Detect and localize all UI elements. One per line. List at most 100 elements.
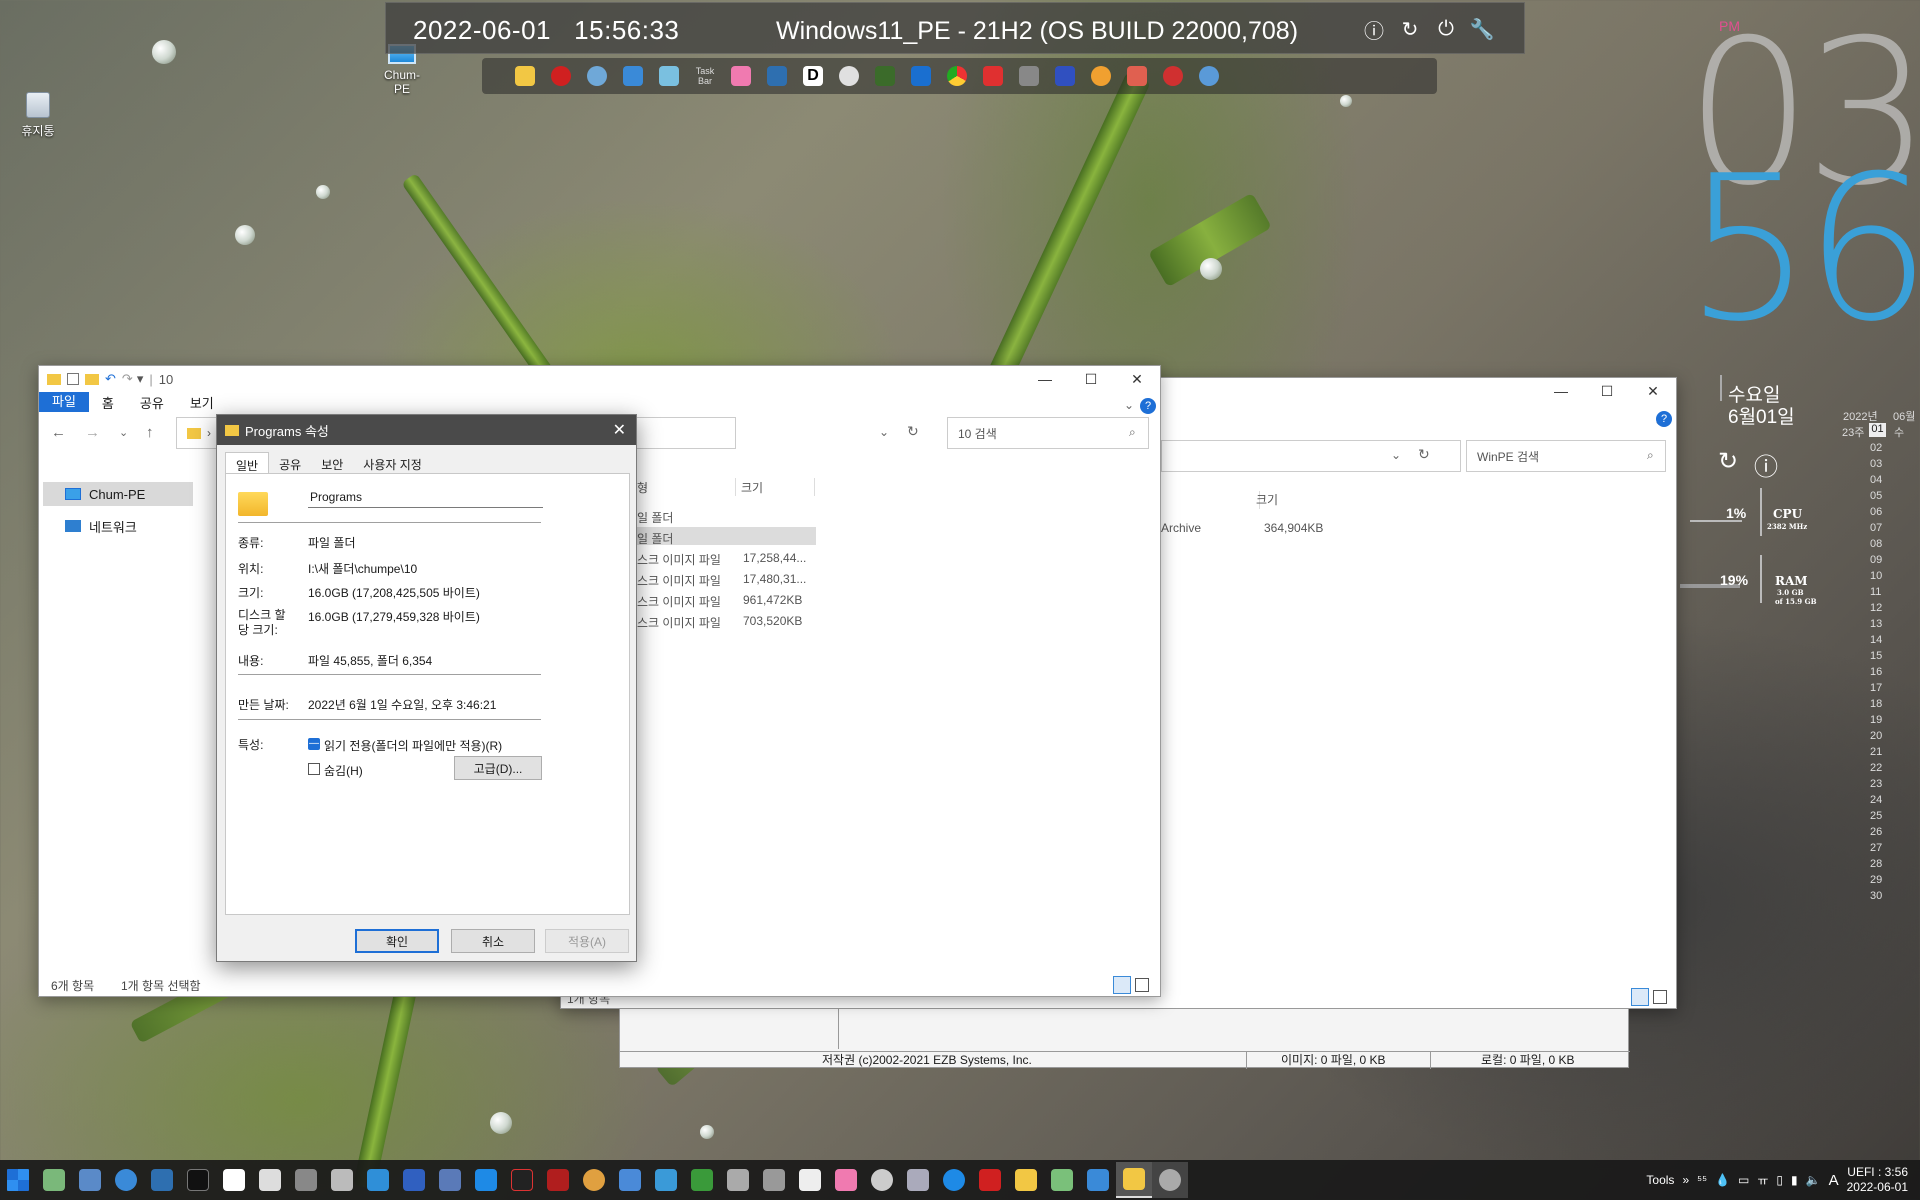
image-app-icon[interactable] [654, 62, 684, 90]
ribbon-expand-icon[interactable]: ⌄ [1124, 398, 1134, 412]
pen-icon[interactable] [252, 1162, 288, 1198]
ribbon-tab-file[interactable]: 파일 [39, 392, 89, 412]
ime-icon[interactable]: ㅠ [1757, 1172, 1768, 1189]
cloud-icon[interactable] [864, 1162, 900, 1198]
magnifier-icon[interactable] [582, 62, 612, 90]
active-folder-icon[interactable] [1116, 1162, 1152, 1198]
file-row-type[interactable]: 스크 이미지 파일 [637, 572, 721, 589]
forward-arrow-icon[interactable]: → [85, 424, 100, 441]
folder-app-icon[interactable] [510, 62, 540, 90]
file-explorer-icon[interactable] [1008, 1162, 1044, 1198]
column-header-size[interactable]: 크기 [741, 479, 763, 496]
column-header-type[interactable]: 형 [637, 479, 648, 496]
column-header-size[interactable]: 크기 [1256, 491, 1278, 508]
tab-security[interactable]: 보안 [311, 452, 353, 474]
globe-app-icon[interactable] [1158, 62, 1188, 90]
file-row-type[interactable]: 스크 이미지 파일 [637, 551, 721, 568]
ultraiso-icon[interactable] [1152, 1162, 1188, 1198]
file-row-type[interactable]: 일 폴더 [637, 509, 673, 526]
terminal-icon[interactable] [180, 1162, 216, 1198]
taskbar-settings-icon[interactable]: Task Bar [690, 62, 720, 90]
drop-tray-icon[interactable]: 💧 [1715, 1173, 1730, 1187]
chrome-icon[interactable] [942, 62, 972, 90]
network-tray-icon[interactable]: ▮ [1791, 1173, 1798, 1187]
info-widget-icon[interactable]: ⓘ [1754, 447, 1778, 482]
refresh-icon[interactable]: ↻ [1418, 446, 1430, 463]
close-button[interactable]: ✕ [1630, 378, 1676, 404]
restart-widget-icon[interactable]: ↻ [1718, 447, 1738, 476]
windows-pink-icon[interactable] [726, 62, 756, 90]
minimize-button[interactable]: — [1538, 378, 1584, 404]
file-row-type[interactable]: 스크 이미지 파일 [637, 593, 721, 610]
folder-name-field[interactable]: Programs [308, 486, 543, 508]
tray-expand-icon[interactable]: » [1682, 1173, 1689, 1187]
cd-icon[interactable] [1086, 62, 1116, 90]
help-icon[interactable]: ? [1656, 411, 1672, 427]
explorer-icon[interactable] [72, 1162, 108, 1198]
advanced-button[interactable]: 고급(D)... [454, 756, 542, 780]
printer-icon[interactable] [288, 1162, 324, 1198]
refresh-icon[interactable]: ↻ [907, 423, 919, 440]
d-app-icon[interactable]: D [798, 62, 828, 90]
qat-dropdown-icon[interactable]: ▾ [137, 371, 144, 387]
tab-sharing[interactable]: 공유 [269, 452, 311, 474]
tools-wrench-icon[interactable]: 🔧 [1470, 17, 1495, 41]
up-arrow-icon[interactable]: ↑ [146, 424, 154, 441]
dialog-close-icon[interactable]: ✕ [613, 420, 626, 440]
paint-icon[interactable] [576, 1162, 612, 1198]
scanner-icon[interactable] [324, 1162, 360, 1198]
search-input[interactable]: WinPE 검색 [1466, 440, 1666, 472]
usb-tray-icon[interactable]: ▯ [1776, 1173, 1783, 1187]
redo-icon[interactable]: ↷ [122, 371, 133, 387]
d-app-icon[interactable] [216, 1162, 252, 1198]
package-icon[interactable] [684, 1162, 720, 1198]
checklist-icon[interactable] [67, 373, 79, 385]
desktop-icon-recycle-bin[interactable]: 휴지통 [18, 92, 58, 139]
back-arrow-icon[interactable]: ← [51, 424, 66, 441]
keyboard-icon[interactable] [36, 1162, 72, 1198]
power-icon[interactable]: ⏻ [1434, 17, 1458, 41]
help-icon[interactable]: ? [1140, 398, 1156, 414]
tray-app-icon[interactable]: ⁵⁵ [1697, 1173, 1707, 1187]
anydesk-icon[interactable] [978, 62, 1008, 90]
restart-icon[interactable]: ↻ [1398, 17, 1422, 41]
drop-app-icon[interactable] [834, 62, 864, 90]
network-app-icon[interactable] [432, 1162, 468, 1198]
new-folder-icon[interactable] [85, 373, 99, 385]
display-icon[interactable]: ▭ [1738, 1173, 1749, 1187]
tab-general[interactable]: 일반 [225, 452, 270, 474]
maximize-button[interactable]: ☐ [1584, 378, 1630, 404]
tab-customize[interactable]: 사용자 지정 [353, 452, 432, 474]
tools-label[interactable]: Tools [1646, 1173, 1674, 1187]
disk-tool-icon[interactable] [618, 62, 648, 90]
windows-logo-icon[interactable] [468, 1162, 504, 1198]
volume-icon[interactable]: 🔈 [1806, 1173, 1821, 1187]
chevron-down-icon[interactable]: ⌄ [879, 425, 889, 439]
start-grid-icon[interactable] [792, 1162, 828, 1198]
r-app-icon[interactable] [540, 1162, 576, 1198]
settings-gear-icon[interactable] [1194, 62, 1224, 90]
start-icon[interactable] [0, 1162, 36, 1198]
eraser-icon[interactable] [1122, 62, 1152, 90]
settings-icon[interactable] [108, 1162, 144, 1198]
nav-item-chum-pe[interactable]: Chum-PE [43, 482, 193, 506]
diagram-icon[interactable] [612, 1162, 648, 1198]
recent-dropdown-icon[interactable]: ⌄ [119, 426, 128, 439]
partition-icon[interactable] [144, 1162, 180, 1198]
bluetooth-icon[interactable] [906, 62, 936, 90]
image-viewer-icon[interactable] [1044, 1162, 1080, 1198]
usb-icon[interactable] [756, 1162, 792, 1198]
readonly-checkbox[interactable]: — [308, 738, 320, 750]
address-bar[interactable] [1161, 440, 1461, 472]
hdd-icon[interactable] [870, 62, 900, 90]
save-disk-icon[interactable] [1050, 62, 1080, 90]
nav-item-network[interactable]: 네트워크 [43, 514, 193, 538]
floppy-icon[interactable] [396, 1162, 432, 1198]
tiles-view-icon[interactable] [1653, 990, 1667, 1004]
power-off-icon[interactable] [546, 62, 576, 90]
details-view-icon[interactable] [1631, 988, 1649, 1006]
ribbon-tab-home[interactable]: 홈 [89, 393, 127, 412]
maximize-button[interactable]: ☐ [1068, 366, 1114, 392]
partition-icon[interactable] [762, 62, 792, 90]
file-row-type[interactable]: 일 폴더 [637, 530, 673, 547]
